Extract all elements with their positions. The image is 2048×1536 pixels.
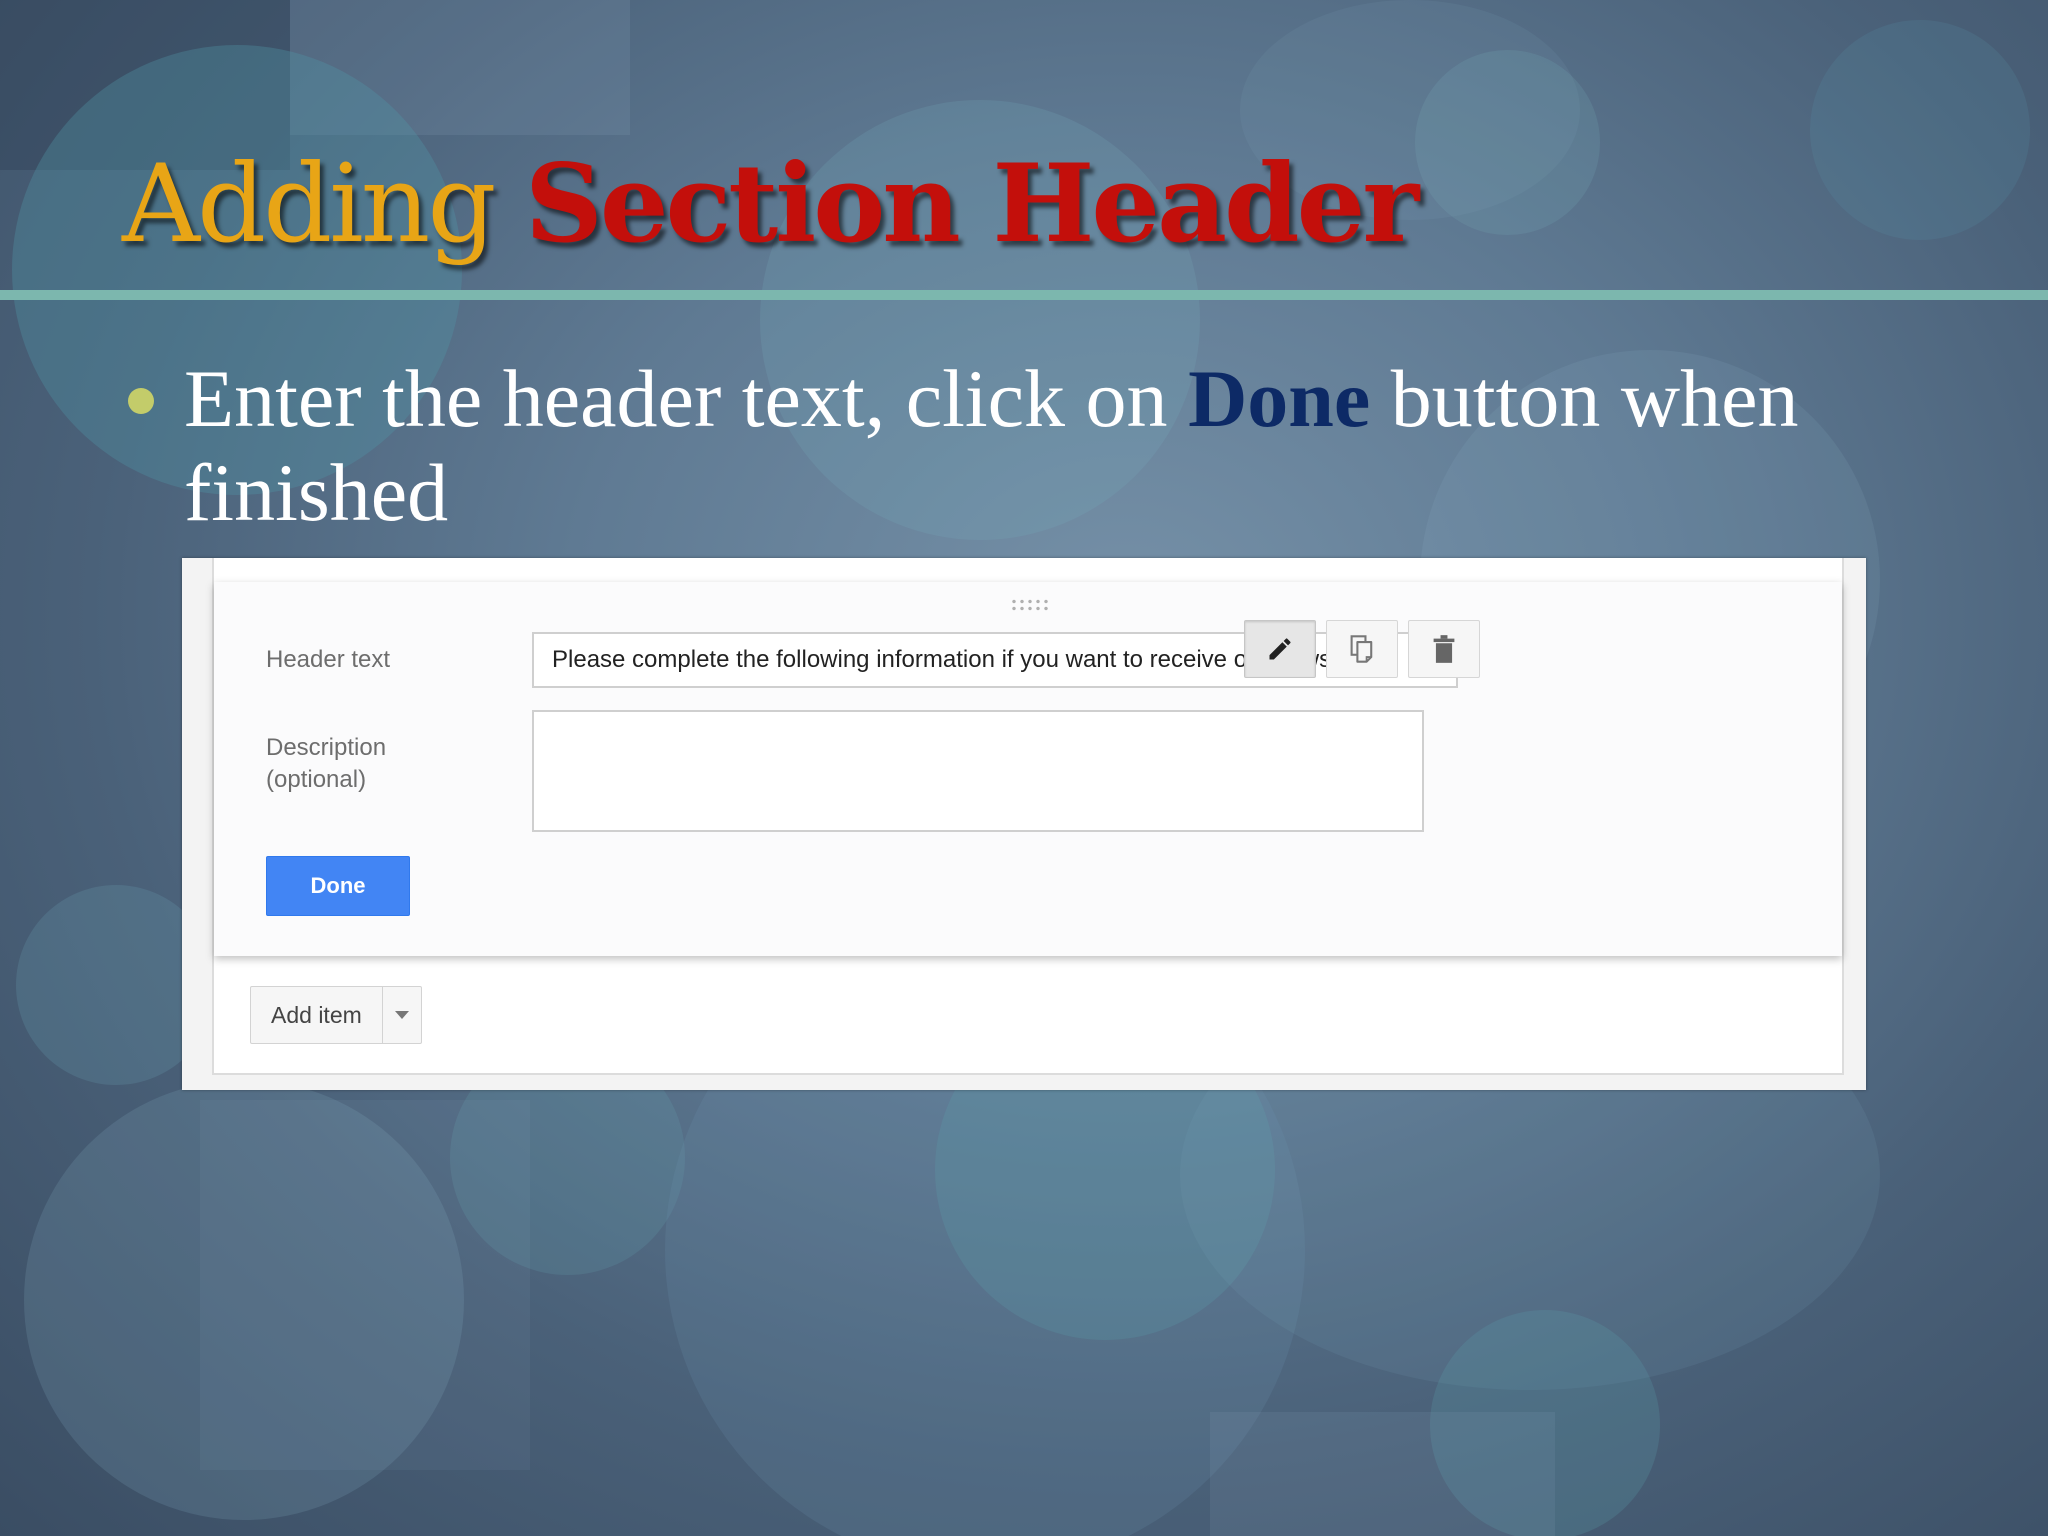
caret-down-icon (394, 1011, 409, 1019)
duplicate-icon (1350, 635, 1373, 663)
bullet-dot-icon (128, 388, 154, 414)
bullet-text-pre: Enter the header text, click on (184, 353, 1189, 444)
slide-title-part1: Adding (122, 142, 496, 267)
done-button[interactable]: Done (266, 856, 410, 916)
add-item-label: Add item (251, 987, 383, 1043)
section-header-card: Header text Please complete the followin… (214, 582, 1842, 956)
duplicate-button[interactable] (1326, 620, 1398, 678)
form-editor: Header text Please complete the followin… (212, 558, 1844, 1075)
slide-title: Adding Section Header (122, 150, 1419, 259)
drag-handle-icon[interactable] (1010, 598, 1050, 612)
embedded-screenshot: Header text Please complete the followin… (182, 558, 1866, 1090)
bullet-text: Enter the header text, click on Done but… (184, 352, 1964, 540)
edit-button[interactable] (1244, 620, 1316, 678)
description-label: Description (optional) (266, 734, 387, 793)
header-text-input[interactable]: Please complete the following informatio… (532, 632, 1458, 688)
title-divider (0, 290, 2048, 300)
pencil-icon (1269, 638, 1291, 660)
add-item-dropdown[interactable] (383, 987, 421, 1043)
description-input[interactable] (532, 710, 1424, 832)
add-item-button[interactable]: Add item (250, 986, 422, 1044)
delete-button[interactable] (1408, 620, 1480, 678)
trash-icon (1433, 635, 1455, 663)
slide-title-part2: Section Header (524, 141, 1419, 267)
header-text-label: Header text (266, 646, 391, 673)
bullet-text-emphasis: Done (1188, 353, 1371, 444)
